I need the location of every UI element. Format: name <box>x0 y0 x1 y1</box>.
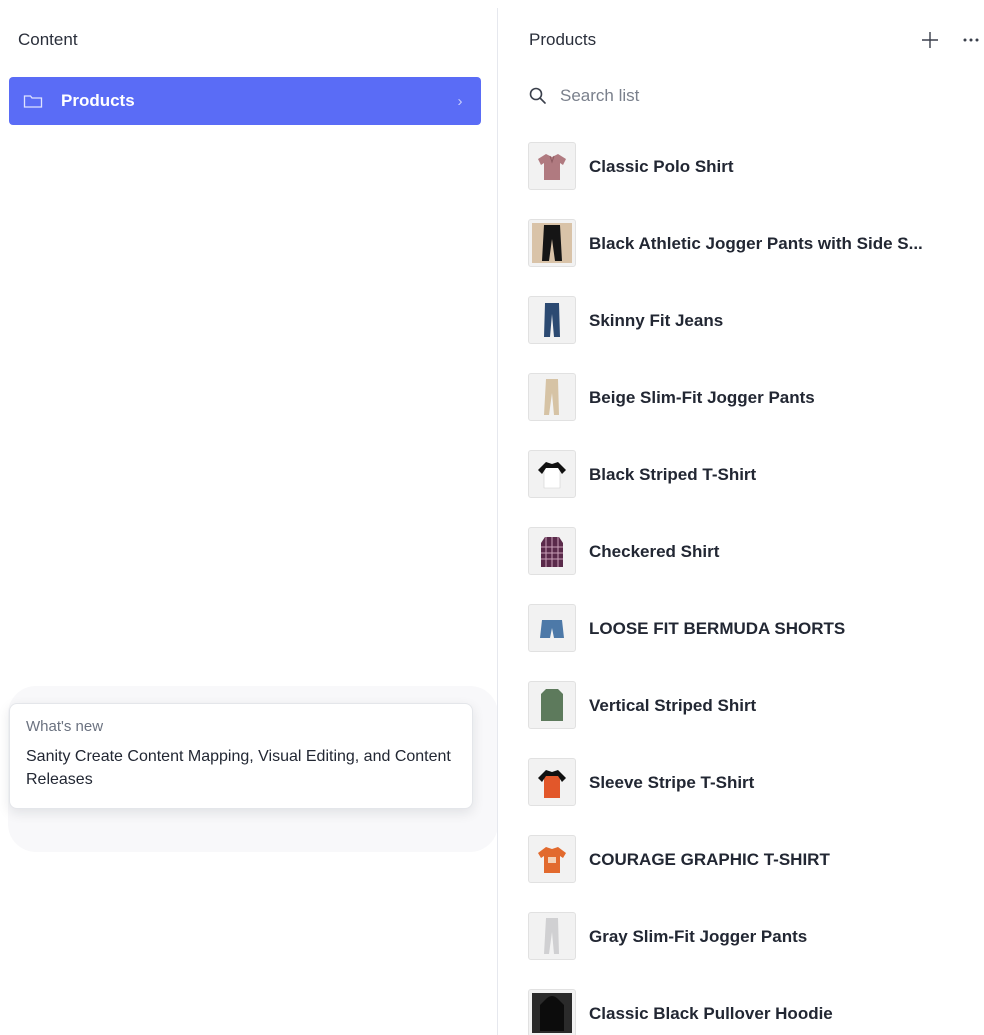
add-document-button[interactable] <box>919 29 941 51</box>
chevron-right-icon: › <box>457 92 463 110</box>
list-item[interactable]: Sleeve Stripe T-Shirt <box>528 758 968 835</box>
list-item[interactable]: LOOSE FIT BERMUDA SHORTS <box>528 604 968 681</box>
graphic-tshirt-icon <box>538 847 566 873</box>
ellipsis-icon <box>963 38 979 42</box>
beige-pants-icon <box>544 379 559 415</box>
product-thumbnail <box>528 604 576 652</box>
product-thumbnail <box>528 142 576 190</box>
product-thumbnail <box>528 758 576 806</box>
product-name: Sleeve Stripe T-Shirt <box>589 773 755 792</box>
shorts-icon <box>540 620 564 638</box>
list-item[interactable]: Beige Slim-Fit Jogger Pants <box>528 373 968 450</box>
product-thumbnail <box>528 219 576 267</box>
list-item[interactable]: Checkered Shirt <box>528 527 968 604</box>
product-name: Beige Slim-Fit Jogger Pants <box>589 388 815 407</box>
product-name: Gray Slim-Fit Jogger Pants <box>589 927 808 946</box>
product-name: Black Athletic Jogger Pants with Side S.… <box>589 234 923 253</box>
list-item[interactable]: Gray Slim-Fit Jogger Pants <box>528 912 968 989</box>
polo-shirt-icon <box>538 154 566 180</box>
gray-pants-icon <box>544 918 559 954</box>
content-pane: Content Products › What's new Sanity Cre… <box>0 0 498 1035</box>
orange-tshirt-icon <box>538 770 566 798</box>
raglan-tshirt-icon <box>538 462 566 489</box>
whats-new-title: Sanity Create Content Mapping, Visual Ed… <box>26 748 451 788</box>
folder-icon <box>23 93 43 109</box>
content-pane-title: Content <box>18 30 78 49</box>
product-thumbnail <box>528 912 576 960</box>
product-name: Black Striped T-Shirt <box>589 465 757 484</box>
list-item[interactable]: Vertical Striped Shirt <box>528 681 968 758</box>
app-root: Content Products › What's new Sanity Cre… <box>0 0 984 1035</box>
list-item[interactable]: COURAGE GRAPHIC T-SHIRT <box>528 835 968 912</box>
list-item[interactable]: Skinny Fit Jeans <box>528 296 968 373</box>
green-shirt-icon <box>541 689 563 721</box>
whats-new-card[interactable]: What's new Sanity Create Content Mapping… <box>9 703 473 809</box>
search-icon <box>528 86 548 106</box>
product-thumbnail <box>528 373 576 421</box>
products-pane: Products Search list Classic Polo Shirt … <box>498 0 984 1035</box>
product-name: Vertical Striped Shirt <box>589 696 757 715</box>
product-list: Classic Polo Shirt Black Athletic Jogger… <box>528 142 968 1035</box>
product-name: Classic Black Pullover Hoodie <box>589 1004 833 1023</box>
product-thumbnail <box>528 296 576 344</box>
product-name: Checkered Shirt <box>589 542 720 561</box>
product-thumbnail <box>528 989 576 1035</box>
more-options-button[interactable] <box>960 29 982 51</box>
products-pane-title: Products <box>529 30 597 49</box>
list-item[interactable]: Black Striped T-Shirt <box>528 450 968 527</box>
list-item[interactable]: Classic Polo Shirt <box>528 142 968 219</box>
search-input[interactable] <box>558 85 882 107</box>
product-name: Classic Polo Shirt <box>589 157 734 176</box>
product-name: LOOSE FIT BERMUDA SHORTS <box>589 619 846 638</box>
whats-new-kicker: What's new <box>26 718 104 735</box>
plus-icon <box>922 32 938 48</box>
product-thumbnail <box>528 681 576 729</box>
hoodie-icon <box>532 993 572 1033</box>
product-name: Skinny Fit Jeans <box>589 311 724 330</box>
product-thumbnail <box>528 450 576 498</box>
product-name: COURAGE GRAPHIC T-SHIRT <box>589 850 830 869</box>
product-thumbnail <box>528 527 576 575</box>
sidebar-item-label: Products <box>61 91 135 110</box>
search-bar <box>528 82 908 110</box>
sidebar-item-products[interactable]: Products › <box>9 77 481 125</box>
list-item[interactable]: Black Athletic Jogger Pants with Side S.… <box>528 219 968 296</box>
jeans-icon <box>544 303 560 337</box>
list-item[interactable]: Classic Black Pullover Hoodie <box>528 989 968 1035</box>
product-thumbnail <box>528 835 576 883</box>
checkered-shirt-icon <box>541 537 563 567</box>
black-joggers-icon <box>532 223 572 263</box>
